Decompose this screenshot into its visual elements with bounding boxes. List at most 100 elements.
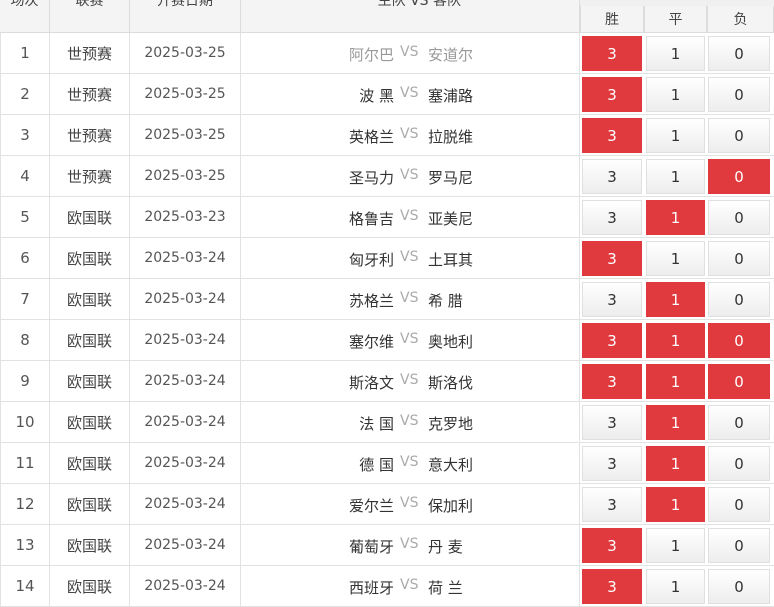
odds-win-button[interactable]: 3 [582,77,642,112]
row-match[interactable]: 匈牙利 VS 土耳其 [241,238,580,278]
row-match[interactable]: 阿尔巴 VS 安道尔 [241,33,580,73]
away-team: 保加利 [428,497,474,515]
odds-draw-button[interactable]: 1 [646,446,705,481]
odds-lose-button[interactable]: 0 [708,323,770,358]
odds-win-button[interactable]: 3 [582,36,642,71]
odds-draw-button[interactable]: 1 [646,569,705,604]
odds-draw-button[interactable]: 1 [646,528,705,563]
odds-win-button[interactable]: 3 [582,241,642,276]
odds-lose-button[interactable]: 0 [708,487,770,522]
row-league: 欧国联 [50,197,130,237]
odds-win-button[interactable]: 3 [582,528,642,563]
row-index: 3 [0,115,50,155]
away-team: 奥地利 [428,333,474,351]
row-match[interactable]: 波 黑 VS 塞浦路 [241,74,580,114]
odds-draw-button[interactable]: 1 [646,36,705,71]
odds-draw-button[interactable]: 1 [646,118,705,153]
table-row[interactable]: 12 欧国联 2025-03-24 爱尔兰 VS 保加利 3 1 0 [0,484,774,525]
odds-win-button[interactable]: 3 [582,282,642,317]
row-match[interactable]: 爱尔兰 VS 保加利 [241,484,580,524]
odds-lose-button[interactable]: 0 [708,282,770,317]
row-date: 2025-03-25 [130,74,241,114]
odds-lose-button[interactable]: 0 [708,241,770,276]
odds-draw-button[interactable]: 1 [646,487,705,522]
table-row[interactable]: 2 世预赛 2025-03-25 波 黑 VS 塞浦路 3 1 0 [0,74,774,115]
table-row[interactable]: 6 欧国联 2025-03-24 匈牙利 VS 土耳其 3 1 0 [0,238,774,279]
vs-label: VS [400,372,419,388]
odds-win-button[interactable]: 3 [582,569,642,604]
row-match[interactable]: 苏格兰 VS 希 腊 [241,279,580,319]
table-row[interactable]: 10 欧国联 2025-03-24 法 国 VS 克罗地 3 1 0 [0,402,774,443]
odds-win-button[interactable]: 3 [582,323,642,358]
odds-win-button[interactable]: 3 [582,405,642,440]
row-league: 欧国联 [50,566,130,606]
away-team: 意大利 [428,456,474,474]
row-match[interactable]: 法 国 VS 克罗地 [241,402,580,442]
odds-win-button[interactable]: 3 [582,446,642,481]
odds-lose-button[interactable]: 0 [708,118,770,153]
row-match[interactable]: 圣马力 VS 罗马尼 [241,156,580,196]
vs-label: VS [400,126,419,142]
row-match[interactable]: 葡萄牙 VS 丹 麦 [241,525,580,565]
table-row[interactable]: 14 欧国联 2025-03-24 西班牙 VS 荷 兰 310 [0,566,774,607]
table-row[interactable]: 4 世预赛 2025-03-25 圣马力 VS 罗马尼 3 1 0 [0,156,774,197]
row-match[interactable]: 英格兰 VS 拉脱维 [241,115,580,155]
away-team: 安道尔 [428,46,474,64]
odds-win-button[interactable]: 3 [582,487,642,522]
home-team: 德 国 [359,456,394,474]
odds-lose-button[interactable]: 0 [708,364,770,399]
row-match[interactable]: 德 国 VS 意大利 [241,443,580,483]
odds-draw-button[interactable]: 1 [646,241,705,276]
table-row[interactable]: 8 欧国联 2025-03-24 塞尔维 VS 奥地利 3 1 0 [0,320,774,361]
odds-draw-button[interactable]: 1 [646,364,705,399]
odds-lose-button[interactable]: 0 [708,36,770,71]
odds-draw-button[interactable]: 1 [646,282,705,317]
odds-lose-button[interactable]: 0 [708,159,770,194]
table-row[interactable]: 7 欧国联 2025-03-24 苏格兰 VS 希 腊 310 [0,279,774,320]
odds-lose-button[interactable]: 0 [708,446,770,481]
odds-lose-button[interactable]: 0 [708,528,770,563]
header-lose: 负 [707,6,774,32]
row-match[interactable]: 格鲁吉 VS 亚美尼 [241,197,580,237]
table-row[interactable]: 13 欧国联 2025-03-24 葡萄牙 VS 丹 麦 310 [0,525,774,566]
row-index: 11 [0,443,50,483]
odds-draw-button[interactable]: 1 [646,77,705,112]
vs-label: VS [400,167,419,183]
vs-label: VS [400,44,419,60]
row-match[interactable]: 斯洛文 VS 斯洛伐 [241,361,580,401]
odds-draw-button[interactable]: 1 [646,405,705,440]
odds-win-button[interactable]: 3 [582,118,642,153]
odds-win-button[interactable]: 3 [582,364,642,399]
home-team: 英格兰 [348,128,394,146]
odds-lose-button[interactable]: 0 [708,569,770,604]
table-row[interactable]: 11 欧国联 2025-03-24 德 国 VS 意大利 3 1 0 [0,443,774,484]
table-row[interactable]: 1 世预赛 2025-03-25 阿尔巴 VS 安道尔 3 1 0 [0,33,774,74]
row-league: 世预赛 [50,74,130,114]
home-team: 阿尔巴 [348,46,394,64]
home-team: 波 黑 [359,87,394,105]
table-row[interactable]: 5 欧国联 2025-03-23 格鲁吉 VS 亚美尼 3 1 0 [0,197,774,238]
row-league: 欧国联 [50,238,130,278]
row-index: 10 [0,402,50,442]
odds-win-button[interactable]: 3 [582,200,642,235]
header-win: 胜 [580,6,644,32]
odds-lose-button[interactable]: 0 [708,77,770,112]
vs-label: VS [400,454,419,470]
row-match[interactable]: 塞尔维 VS 奥地利 [241,320,580,360]
table-row[interactable]: 9 欧国联 2025-03-24 斯洛文 VS 斯洛伐 3 1 0 [0,361,774,402]
table-row[interactable]: 3 世预赛 2025-03-25 英格兰 VS 拉脱维 3 1 0 [0,115,774,156]
vs-label: VS [400,208,419,224]
odds-draw-button[interactable]: 1 [646,200,705,235]
odds-lose-button[interactable]: 0 [708,405,770,440]
row-date: 2025-03-24 [130,443,241,483]
odds-draw-button[interactable]: 1 [646,159,705,194]
row-index: 7 [0,279,50,319]
row-league: 世预赛 [50,156,130,196]
row-match[interactable]: 西班牙 VS 荷 兰 [241,566,580,606]
odds-win-button[interactable]: 3 [582,159,642,194]
vs-label: VS [400,249,419,265]
odds-draw-button[interactable]: 1 [646,323,705,358]
header-league: 联赛 [50,0,130,32]
odds-lose-button[interactable]: 0 [708,200,770,235]
header-date-label: 开赛日期 [157,0,213,9]
